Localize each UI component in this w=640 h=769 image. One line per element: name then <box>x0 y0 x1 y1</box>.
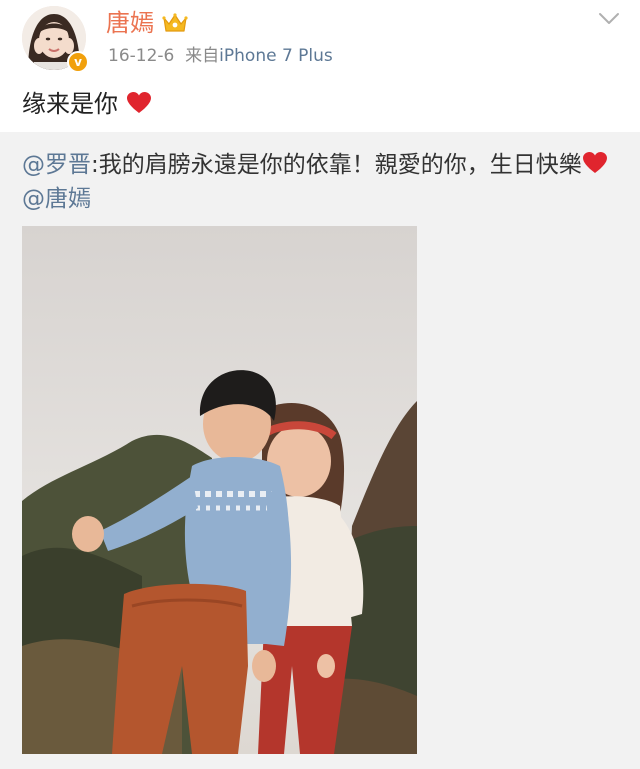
repost-text: :我的肩膀永遠是你的依靠！親愛的你，生日快樂 <box>91 152 582 178</box>
repost-card[interactable]: @罗晋:我的肩膀永遠是你的依靠！親愛的你，生日快樂 @唐嫣 <box>0 132 640 769</box>
post-text: 缘来是你 <box>22 90 118 118</box>
verified-badge: v <box>67 51 89 73</box>
repost-photo[interactable] <box>22 226 417 754</box>
post-date: 16-12-6 <box>108 46 175 66</box>
post-source-device[interactable]: iPhone 7 Plus <box>219 46 333 66</box>
weibo-post: v 唐嫣 16-12-6 来自iPhone 7 Plus 缘来是你 @罗晋:我的… <box>0 0 640 769</box>
mention-tangyan[interactable]: @唐嫣 <box>22 186 91 212</box>
photo-two-children <box>22 226 417 754</box>
post-source-prefix: 来自 <box>185 46 220 66</box>
crown-icon[interactable] <box>162 12 188 34</box>
repost-body: @罗晋:我的肩膀永遠是你的依靠！親愛的你，生日快樂 @唐嫣 <box>22 148 622 216</box>
heart-icon <box>126 92 151 113</box>
post-header: v 唐嫣 16-12-6 来自iPhone 7 Plus 缘来是你 <box>0 0 640 132</box>
chevron-down-icon[interactable] <box>598 12 620 26</box>
post-body: 缘来是你 <box>22 88 152 120</box>
post-meta: 16-12-6 来自iPhone 7 Plus <box>108 44 333 68</box>
heart-icon <box>582 152 607 173</box>
author-name[interactable]: 唐嫣 <box>106 7 154 39</box>
mention-luojin[interactable]: @罗晋 <box>22 152 91 178</box>
